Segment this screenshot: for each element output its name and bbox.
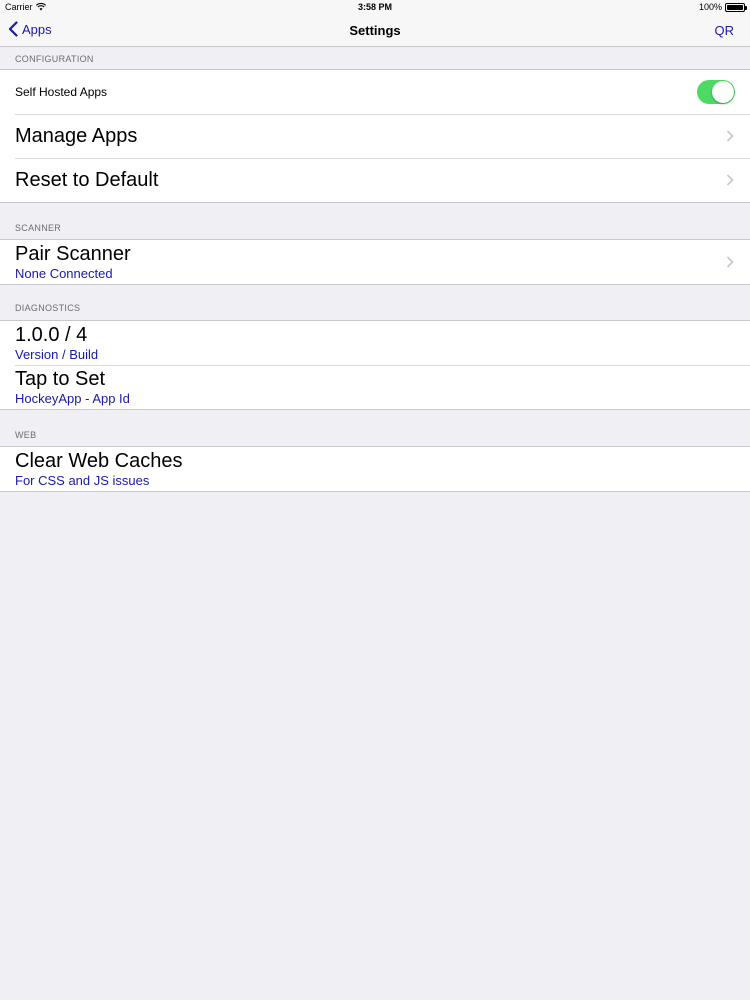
toggle-knob <box>712 81 734 103</box>
diagnostics-group: 1.0.0 / 4 Version / Build Tap to Set Hoc… <box>0 320 750 410</box>
configuration-group: Self Hosted Apps Manage Apps Reset to De… <box>0 69 750 203</box>
qr-button[interactable]: QR <box>715 23 735 38</box>
section-header-configuration: CONFIGURATION <box>15 54 94 64</box>
clear-web-caches-row[interactable]: Clear Web Caches For CSS and JS issues <box>0 447 750 491</box>
clock: 3:58 PM <box>357 2 392 12</box>
clear-web-caches-title: Clear Web Caches <box>15 450 183 472</box>
pair-scanner-row[interactable]: Pair Scanner None Connected <box>0 240 750 284</box>
battery-group: 100% <box>698 2 747 12</box>
web-group: Clear Web Caches For CSS and JS issues <box>0 446 750 492</box>
self-hosted-apps-label: Self Hosted Apps <box>15 85 108 99</box>
hockeyapp-id-value: Tap to Set <box>15 368 106 390</box>
self-hosted-apps-row: Self Hosted Apps <box>0 70 750 114</box>
reset-to-default-row[interactable]: Reset to Default <box>0 158 750 202</box>
chevron-right-icon <box>726 130 734 142</box>
status-bar: Carrier 3:58 PM 100% <box>0 0 750 14</box>
clear-web-caches-caption: For CSS and JS issues <box>15 473 150 488</box>
chevron-right-icon <box>726 256 734 268</box>
self-hosted-apps-toggle[interactable] <box>697 80 735 104</box>
scanner-group: Pair Scanner None Connected <box>0 239 750 285</box>
section-header-diagnostics: DIAGNOSTICS <box>15 303 81 313</box>
manage-apps-row[interactable]: Manage Apps <box>0 114 750 158</box>
manage-apps-label: Manage Apps <box>15 124 138 147</box>
battery-icon <box>725 2 747 12</box>
navigation-bar: Apps Settings QR <box>0 14 750 47</box>
version-caption: Version / Build <box>15 347 99 362</box>
pair-scanner-status: None Connected <box>15 266 113 281</box>
chevron-right-icon <box>726 174 734 186</box>
reset-to-default-label: Reset to Default <box>15 168 159 191</box>
battery-fill <box>727 4 743 10</box>
version-row: 1.0.0 / 4 Version / Build <box>0 321 750 365</box>
pair-scanner-title: Pair Scanner <box>15 243 131 265</box>
section-header-scanner: SCANNER <box>15 223 62 233</box>
hockeyapp-id-row[interactable]: Tap to Set HockeyApp - App Id <box>0 365 750 409</box>
settings-list: CONFIGURATION Self Hosted Apps Manage Ap… <box>0 48 750 492</box>
version-value: 1.0.0 / 4 <box>15 324 88 346</box>
section-header-web: WEB <box>15 430 37 440</box>
page-title: Settings <box>349 23 401 38</box>
battery-percent: 100% <box>698 2 722 12</box>
hockeyapp-id-caption: HockeyApp - App Id <box>15 391 130 406</box>
